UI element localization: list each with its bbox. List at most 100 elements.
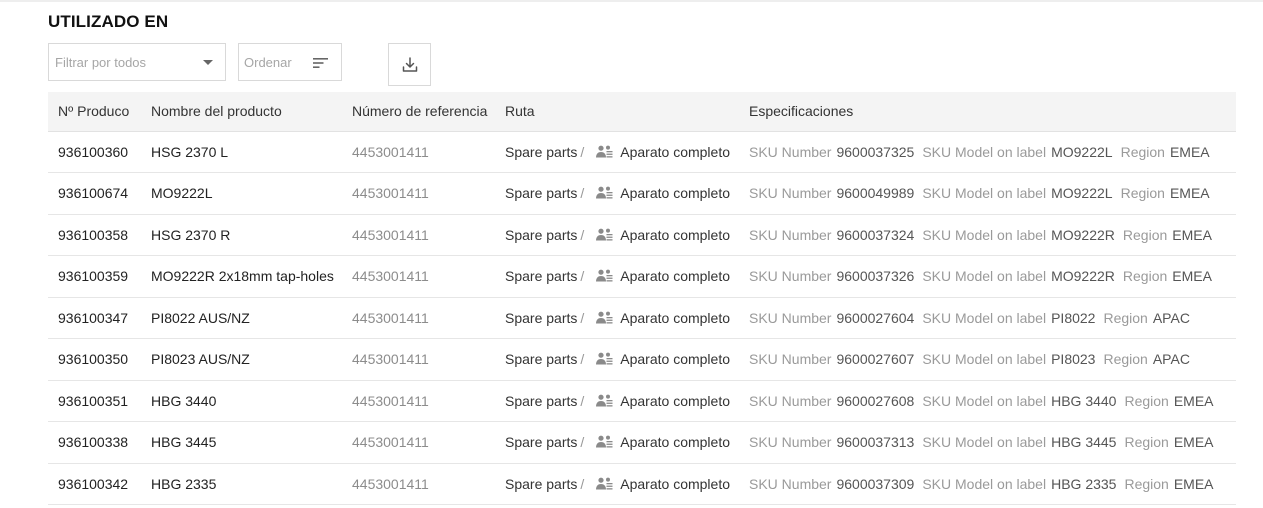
product-number: 936100674 xyxy=(58,185,129,202)
top-divider xyxy=(0,0,1263,2)
spec-value-sku-model: MO9222L xyxy=(1051,143,1113,160)
reference-number: 4453001411 xyxy=(352,185,429,202)
download-button[interactable] xyxy=(388,43,431,86)
spec-value-sku-number: 9600037324 xyxy=(836,226,915,243)
section-title: UTILIZADO EN xyxy=(48,12,169,31)
specifications-cell: SKU Number 9600027604 SKU Model on label PI… xyxy=(739,297,1236,339)
spec-value-region: EMEA xyxy=(1172,268,1212,285)
product-number: 936100360 xyxy=(58,143,129,160)
spec-label-sku-model: SKU Model on label xyxy=(922,185,1047,202)
spec-value-sku-number: 9600037309 xyxy=(836,475,915,492)
product-name: HSG 2370 R xyxy=(151,226,231,243)
route-link-spare-parts[interactable]: Spare parts xyxy=(505,227,577,243)
spec-label-sku-model: SKU Model on label xyxy=(922,475,1047,492)
spec-value-region: EMEA xyxy=(1173,434,1214,451)
spec-label-sku-model: SKU Model on label xyxy=(922,309,1047,326)
table-row[interactable]: 936100360 HSG 2370 L 4453001411 Spare pa… xyxy=(48,131,1236,173)
reference-number: 4453001411 xyxy=(352,226,429,243)
table-row[interactable]: 936100350 PI8023 AUS/NZ 4453001411 Spare… xyxy=(48,339,1236,381)
spec-value-sku-number: 9600037326 xyxy=(836,268,915,285)
spec-label-sku-model: SKU Model on label xyxy=(922,351,1047,368)
specifications-cell: SKU Number 9600049989 SKU Model on label MO… xyxy=(739,173,1236,215)
specifications-cell: SKU Number 9600037324 SKU Model on label MO… xyxy=(739,214,1236,256)
route-link-spare-parts[interactable]: Spare parts xyxy=(505,434,577,450)
filter-select[interactable]: Filtrar por todos xyxy=(48,43,226,81)
appliance-group-icon xyxy=(596,435,613,448)
product-name: MO9222R 2x18mm tap-holes xyxy=(151,268,334,285)
spec-label-sku-model: SKU Model on label xyxy=(922,143,1047,160)
spec-value-sku-number: 9600037325 xyxy=(836,143,915,160)
route-cell: Spare parts / Aparato completo xyxy=(495,131,739,173)
route-separator: / xyxy=(580,268,585,285)
route-separator: / xyxy=(580,475,585,492)
route-separator: / xyxy=(580,309,585,326)
spec-label-sku-number: SKU Number xyxy=(749,351,832,368)
header-ref[interactable]: Número de referencia xyxy=(342,92,495,132)
specifications-cell: SKU Number 9600027607 SKU Model on label PI… xyxy=(739,339,1236,381)
product-number: 936100342 xyxy=(58,475,129,492)
sort-control[interactable]: Ordenar xyxy=(238,43,342,81)
table-row[interactable]: 936100359 MO9222R 2x18mm tap-holes 44530… xyxy=(48,256,1236,298)
table-row[interactable]: 936100674 MO9222L 4453001411 Spare parts… xyxy=(48,173,1236,215)
product-number: 936100350 xyxy=(58,351,129,368)
header-route[interactable]: Ruta xyxy=(495,92,739,132)
table-row[interactable]: 936100358 HSG 2370 R 4453001411 Spare pa… xyxy=(48,214,1236,256)
route-link-aparato-completo[interactable]: Aparato completo xyxy=(620,185,730,201)
route-link-aparato-completo[interactable]: Aparato completo xyxy=(620,434,730,450)
table-row[interactable]: 936100338 HBG 3445 4453001411 Spare part… xyxy=(48,422,1236,464)
route-link-aparato-completo[interactable]: Aparato completo xyxy=(620,476,730,492)
spec-value-sku-model: MO9222R xyxy=(1051,226,1115,243)
spec-label-sku-number: SKU Number xyxy=(749,268,832,285)
spec-label-sku-number: SKU Number xyxy=(749,392,832,409)
header-specs[interactable]: Especificaciones xyxy=(739,92,1236,132)
route-link-spare-parts[interactable]: Spare parts xyxy=(505,310,577,326)
appliance-group-icon xyxy=(596,186,613,199)
spec-label-sku-number: SKU Number xyxy=(749,143,832,160)
spec-label-region: Region xyxy=(1103,309,1148,326)
reference-number: 4453001411 xyxy=(352,143,429,160)
spec-value-sku-number: 9600027604 xyxy=(836,309,915,326)
route-link-aparato-completo[interactable]: Aparato completo xyxy=(620,393,730,409)
route-link-aparato-completo[interactable]: Aparato completo xyxy=(620,144,730,160)
usage-table: Nº Produco Nombre del producto Número de… xyxy=(48,92,1236,505)
spec-label-sku-number: SKU Number xyxy=(749,185,832,202)
route-link-spare-parts[interactable]: Spare parts xyxy=(505,144,577,160)
appliance-group-icon xyxy=(596,311,613,324)
route-separator: / xyxy=(580,351,585,368)
header-num[interactable]: Nº Produco xyxy=(48,92,141,132)
specifications-cell: SKU Number 9600037325 SKU Model on label MO… xyxy=(739,131,1236,173)
table-row[interactable]: 936100342 HBG 2335 4453001411 Spare part… xyxy=(48,463,1236,505)
header-name[interactable]: Nombre del producto xyxy=(141,92,342,132)
route-link-spare-parts[interactable]: Spare parts xyxy=(505,268,577,284)
route-link-aparato-completo[interactable]: Aparato completo xyxy=(620,310,730,326)
product-name: HBG 3445 xyxy=(151,434,217,451)
table-row[interactable]: 936100347 PI8022 AUS/NZ 4453001411 Spare… xyxy=(48,297,1236,339)
route-link-aparato-completo[interactable]: Aparato completo xyxy=(620,227,730,243)
route-cell: Spare parts / Aparato completo xyxy=(495,256,739,298)
route-link-spare-parts[interactable]: Spare parts xyxy=(505,351,577,367)
route-cell: Spare parts / Aparato completo xyxy=(495,463,739,505)
table-row[interactable]: 936100351 HBG 3440 4453001411 Spare part… xyxy=(48,380,1236,422)
product-number: 936100359 xyxy=(58,268,129,285)
spec-label-region: Region xyxy=(1122,226,1168,243)
spec-value-region: EMEA xyxy=(1169,185,1210,202)
chevron-down-icon xyxy=(203,60,213,65)
reference-number: 4453001411 xyxy=(352,475,429,492)
route-link-aparato-completo[interactable]: Aparato completo xyxy=(620,351,730,367)
route-separator: / xyxy=(580,143,585,160)
route-cell: Spare parts / Aparato completo xyxy=(495,422,739,464)
appliance-group-icon xyxy=(596,394,613,407)
spec-label-region: Region xyxy=(1124,392,1169,409)
sort-lines-icon xyxy=(313,58,328,68)
route-cell: Spare parts / Aparato completo xyxy=(495,173,739,215)
route-separator: / xyxy=(580,226,585,243)
appliance-group-icon xyxy=(596,352,613,365)
reference-number: 4453001411 xyxy=(352,392,429,409)
route-link-spare-parts[interactable]: Spare parts xyxy=(505,476,577,492)
spec-value-sku-number: 9600027608 xyxy=(836,392,915,409)
route-link-spare-parts[interactable]: Spare parts xyxy=(505,185,577,201)
route-link-aparato-completo[interactable]: Aparato completo xyxy=(620,268,730,284)
table-header-row: Nº Produco Nombre del producto Número de… xyxy=(48,92,1236,132)
appliance-group-icon xyxy=(596,145,613,158)
route-link-spare-parts[interactable]: Spare parts xyxy=(505,393,577,409)
